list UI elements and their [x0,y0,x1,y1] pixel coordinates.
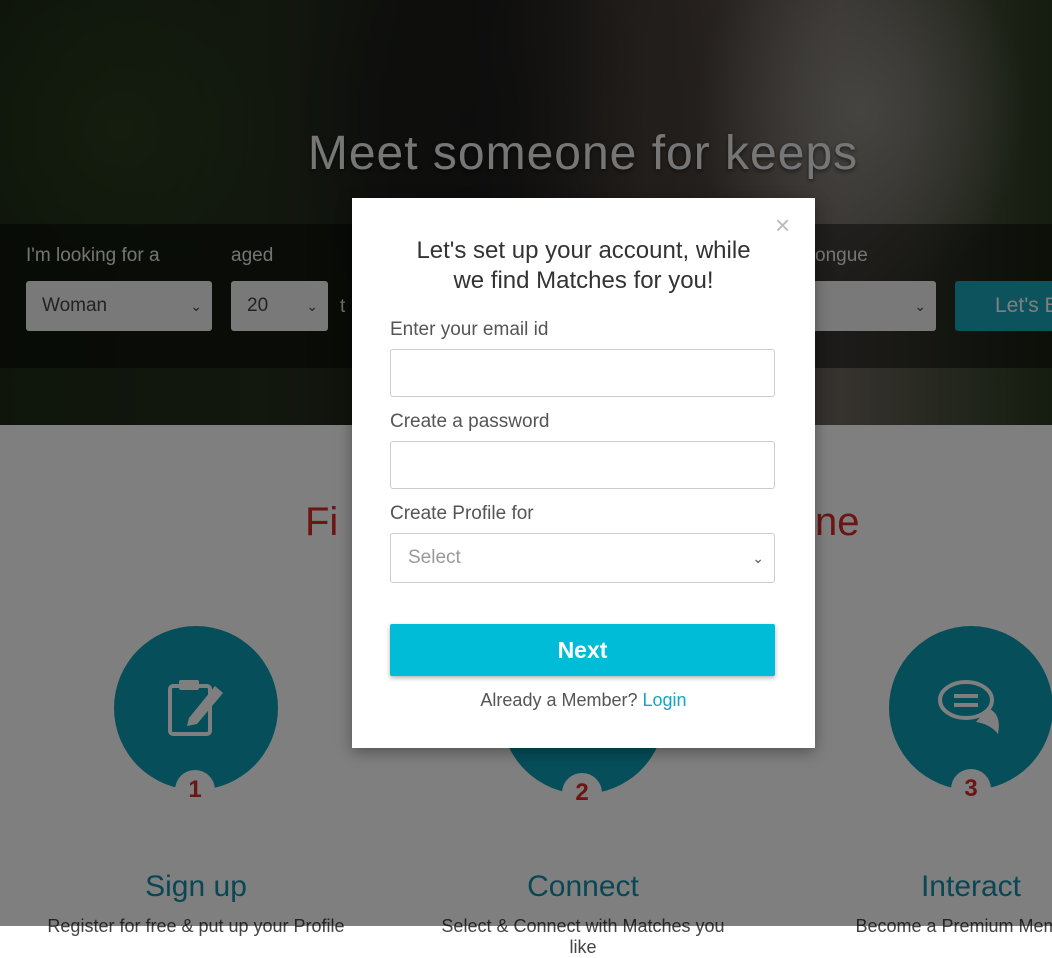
already-member-line: Already a Member? Login [382,690,785,711]
modal-title: Let's set up your account, while we find… [382,236,785,296]
password-label: Create a password [390,411,550,432]
next-button[interactable]: Next [390,624,775,676]
signup-modal: × Let's set up your account, while we fi… [352,198,815,748]
password-field[interactable] [390,441,775,489]
modal-title-line2: we find Matches for you! [453,267,714,294]
already-member-text: Already a Member? [480,690,638,710]
profile-for-placeholder: Select [408,547,461,568]
email-field[interactable] [390,349,775,397]
chevron-down-icon: ⌄ [752,550,764,566]
login-link[interactable]: Login [643,690,687,710]
profile-for-select[interactable]: Select ⌄ [390,533,775,583]
modal-title-line1: Let's set up your account, while [416,237,751,264]
close-icon[interactable]: × [775,212,790,238]
email-label: Enter your email id [390,319,549,340]
profile-for-label: Create Profile for [390,503,534,524]
